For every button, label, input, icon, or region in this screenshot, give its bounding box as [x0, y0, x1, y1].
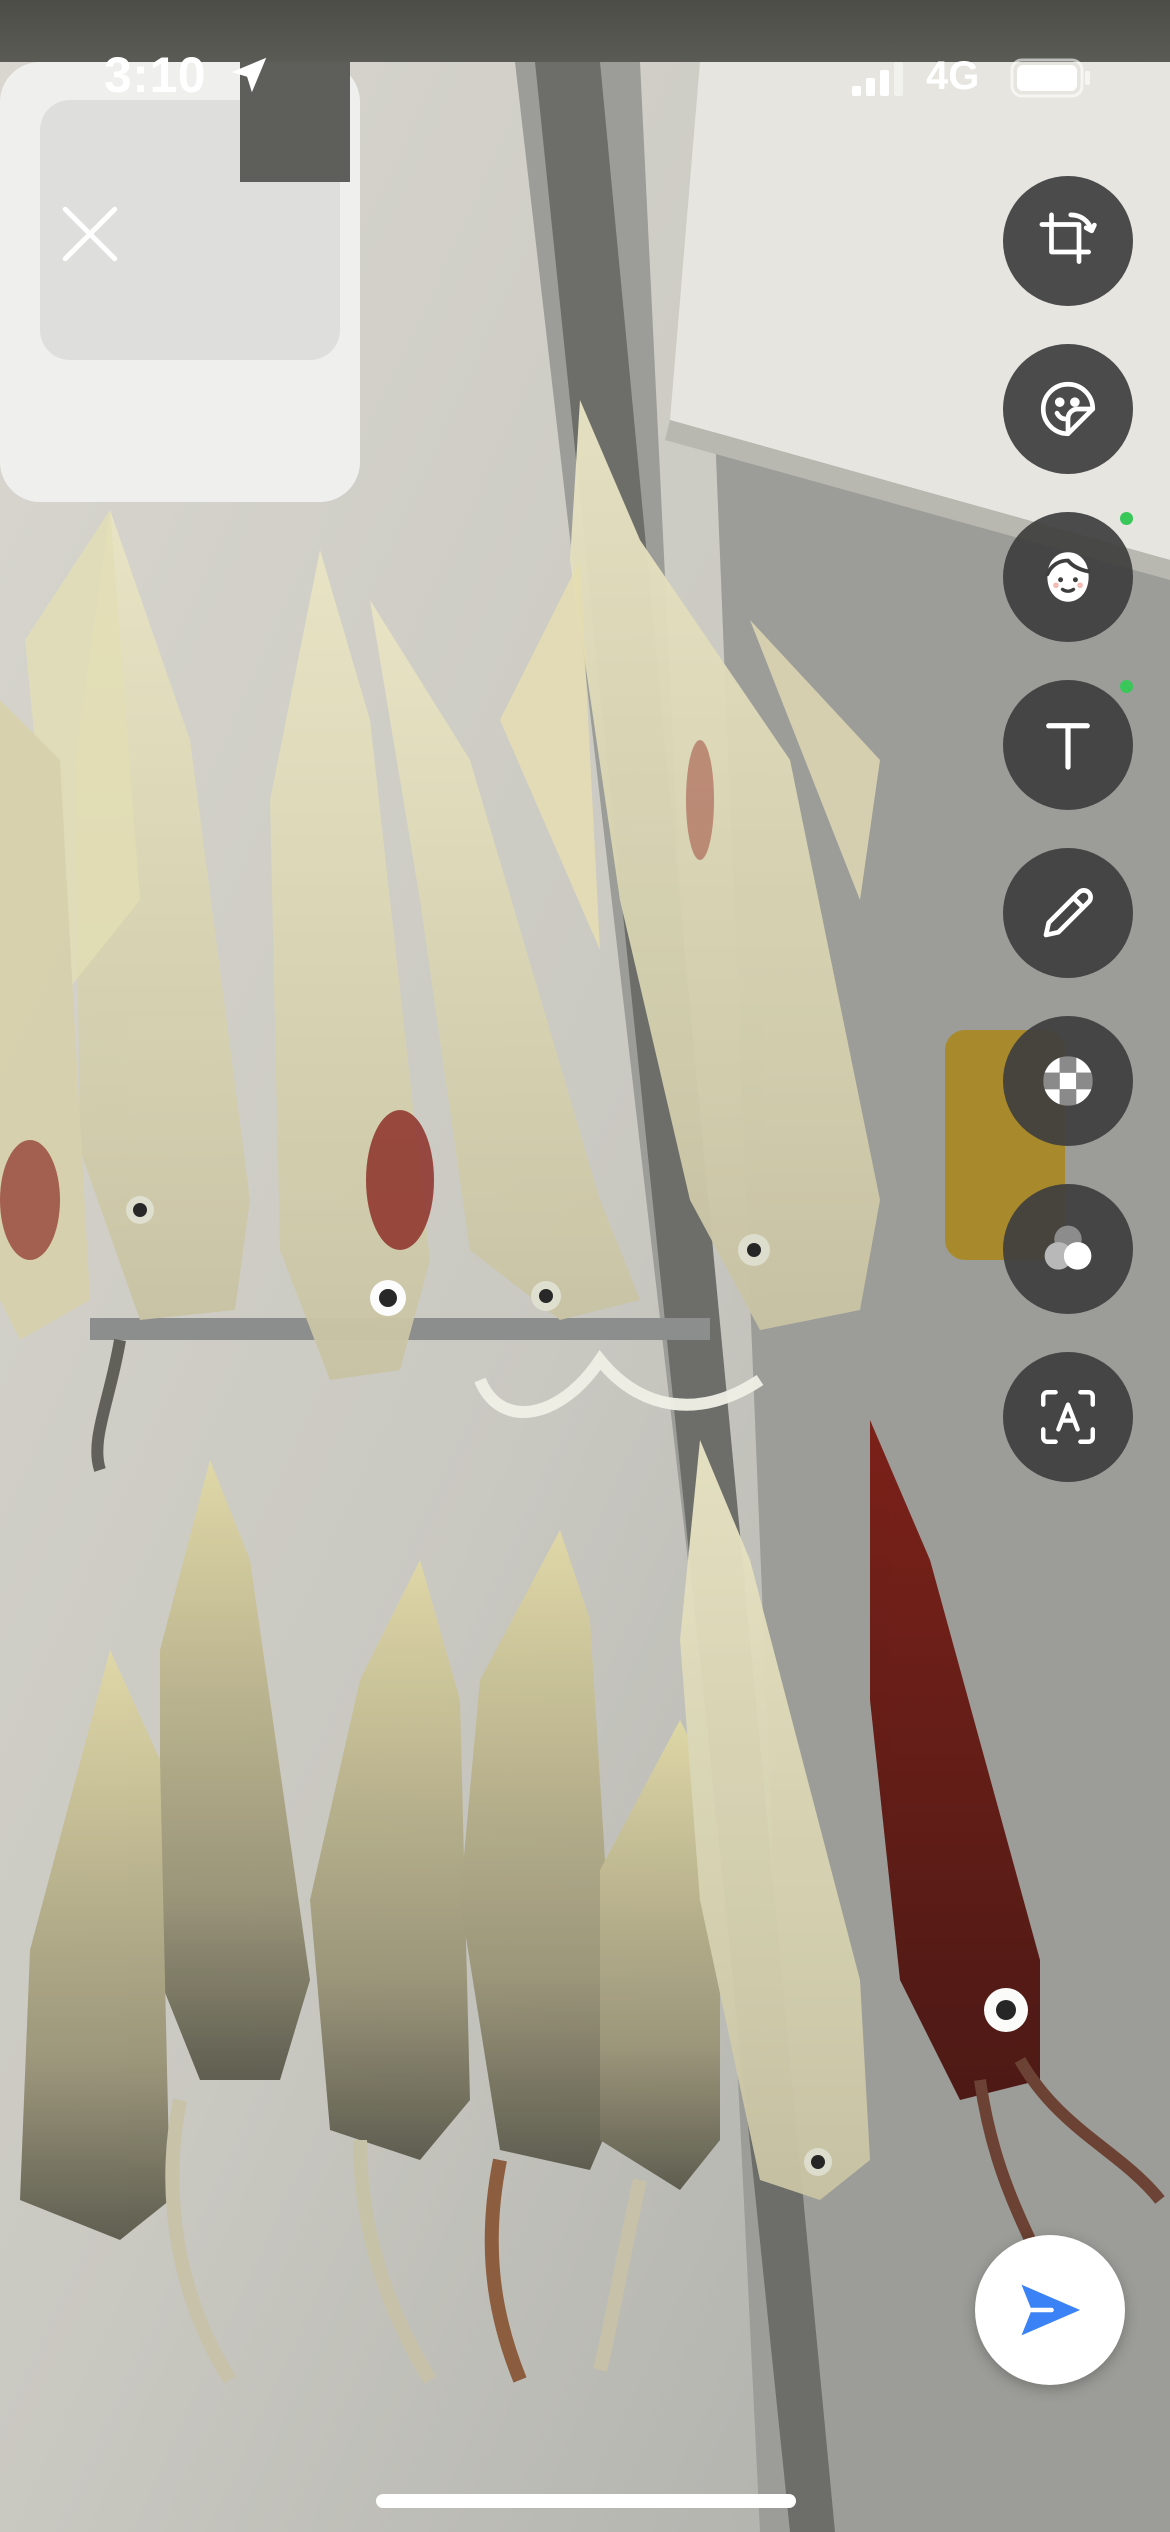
close-icon	[62, 206, 118, 262]
crop-rotate-icon	[1039, 212, 1097, 264]
close-button[interactable]	[44, 188, 136, 280]
filter-circles-icon	[1044, 1225, 1092, 1270]
cellular-signal-icon	[852, 62, 903, 96]
send-button[interactable]	[975, 2235, 1125, 2385]
photo-editor-screen: 3:10 4G	[0, 0, 1170, 2532]
draw-button[interactable]	[1003, 848, 1133, 978]
avatar-button[interactable]	[1003, 512, 1133, 642]
new-feature-dot	[1120, 680, 1133, 693]
edited-photo[interactable]	[0, 0, 1170, 2532]
crop-rotate-button[interactable]	[1003, 176, 1133, 306]
text-recognition-button[interactable]	[1003, 1352, 1133, 1482]
text-icon	[1046, 723, 1090, 770]
pencil-icon	[1043, 888, 1093, 938]
new-feature-dot	[1120, 512, 1133, 525]
sticker-icon	[1040, 381, 1096, 437]
mosaic-button[interactable]	[1003, 1016, 1133, 1146]
text-button[interactable]	[1003, 680, 1133, 810]
status-time: 3:10	[104, 47, 207, 103]
network-type: 4G	[926, 54, 980, 98]
send-icon	[1021, 2284, 1081, 2336]
sticker-button[interactable]	[1003, 344, 1133, 474]
mosaic-icon	[1043, 1056, 1093, 1106]
home-indicator[interactable]	[376, 2494, 796, 2508]
battery-icon	[1010, 58, 1090, 98]
status-bar: 3:10 4G	[0, 0, 1170, 150]
filter-button[interactable]	[1003, 1184, 1133, 1314]
location-arrow-icon	[231, 57, 267, 93]
face-avatar-icon	[1045, 552, 1091, 602]
text-recognition-icon	[1041, 1390, 1095, 1444]
